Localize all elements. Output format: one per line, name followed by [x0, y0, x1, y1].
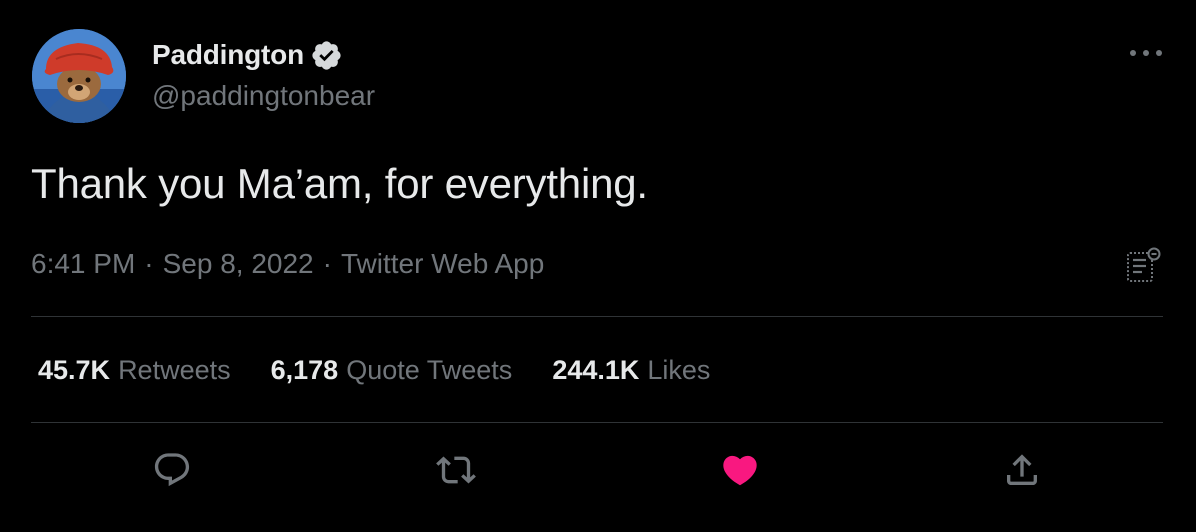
meta-separator: · [144, 248, 154, 279]
analytics-icon [1127, 247, 1161, 282]
verified-badge-icon [312, 40, 341, 70]
retweet-icon [436, 456, 476, 484]
tweet-time[interactable]: 6:41 PM [31, 248, 135, 280]
tweet-text: Thank you Ma’am, for everything. [31, 160, 648, 207]
heart-icon [723, 455, 757, 486]
tweet-meta: 6:41 PM · Sep 8, 2022 · Twitter Web App [31, 248, 544, 280]
user-handle[interactable]: @paddingtonbear [152, 80, 375, 112]
quote-tweets-label: Quote Tweets [346, 355, 513, 385]
share-button[interactable] [1000, 448, 1044, 492]
like-button[interactable] [718, 448, 762, 492]
retweet-button[interactable] [434, 448, 478, 492]
retweets-count: 45.7K [38, 355, 111, 385]
tweet-date[interactable]: Sep 8, 2022 [163, 248, 314, 280]
quote-tweets-count: 6,178 [270, 355, 339, 385]
display-name[interactable]: Paddington [152, 39, 304, 71]
more-horizontal-icon [1130, 50, 1162, 56]
divider [31, 316, 1163, 317]
likes-label: Likes [647, 355, 711, 385]
share-icon [1007, 454, 1037, 485]
avatar[interactable] [32, 29, 126, 123]
retweets-stat[interactable]: 45.7K Retweets [38, 355, 231, 386]
retweets-label: Retweets [118, 355, 231, 385]
quote-tweets-stat[interactable]: 6,178 Quote Tweets [271, 355, 513, 386]
more-options-button[interactable] [1126, 40, 1166, 66]
analytics-button[interactable] [1123, 244, 1163, 284]
likes-stat[interactable]: 244.1K Likes [552, 355, 710, 386]
engagement-stats: 45.7K Retweets 6,178 Quote Tweets 244.1K… [38, 355, 750, 386]
reply-icon [154, 453, 190, 487]
tweet-detail: Paddington @paddingtonbear Thank you Ma’… [0, 0, 1196, 532]
likes-count: 244.1K [552, 355, 640, 385]
tweet-source[interactable]: Twitter Web App [341, 248, 544, 280]
author-name-row: Paddington [152, 38, 343, 72]
meta-separator: · [322, 248, 332, 279]
divider [31, 422, 1163, 423]
reply-button[interactable] [150, 448, 194, 492]
paddington-avatar-image [32, 29, 126, 123]
